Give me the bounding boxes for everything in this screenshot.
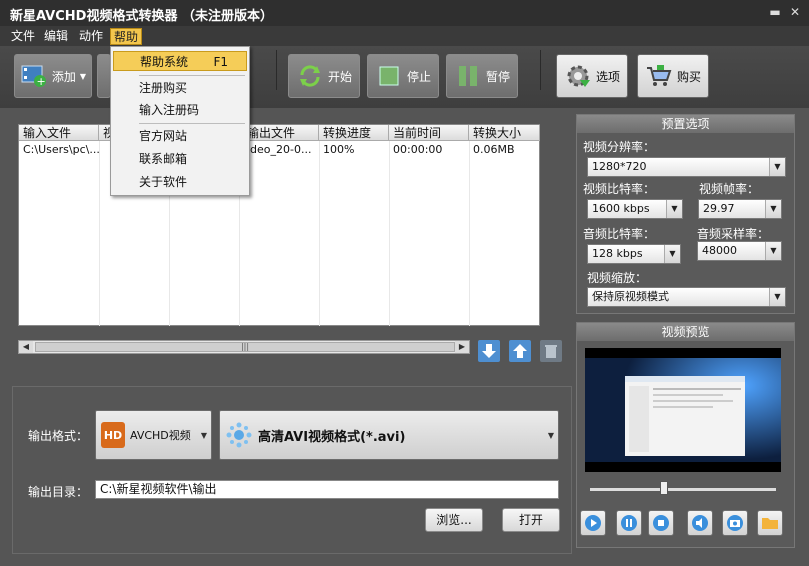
chevron-down-icon: ▼ (547, 431, 554, 440)
resolution-select[interactable]: 1280*720 ▼ (587, 157, 786, 177)
column-header-progress[interactable]: 转换进度 (319, 125, 389, 141)
chevron-down-icon: ▼ (79, 71, 87, 81)
stop-icon (653, 515, 669, 531)
avi-format-icon (224, 420, 254, 450)
preview-screen (585, 348, 781, 472)
output-dir-input[interactable]: C:\新星视频软件\输出 (95, 480, 559, 499)
chevron-down-icon: ▼ (664, 245, 680, 263)
column-header-current-time[interactable]: 当前时间 (389, 125, 469, 141)
menu-separator (139, 75, 245, 76)
toolbar-divider (276, 50, 277, 90)
title-bar: 新星AVCHD视频格式转换器 （未注册版本） ▬ ✕ (0, 0, 809, 26)
toolbar-divider (540, 50, 541, 90)
folder-icon (762, 518, 778, 529)
preset-options-title: 预置选项 (577, 115, 794, 133)
browse-button[interactable]: 浏览... (425, 508, 483, 532)
preview-frame-image (585, 348, 781, 472)
pause-preview-button[interactable] (616, 510, 642, 536)
window-title: 新星AVCHD视频格式转换器 （未注册版本） (10, 9, 273, 24)
format-category-select[interactable]: HD AVCHD视频 ▼ (95, 410, 212, 460)
chevron-down-icon: ▼ (769, 158, 785, 176)
output-dir-label: 输出目录： (28, 485, 89, 499)
volume-button[interactable] (687, 510, 713, 536)
column-header-output-file[interactable]: 输出文件 (243, 125, 319, 141)
scale-select[interactable]: 保持原视频模式 ▼ (587, 287, 786, 307)
menu-item-website[interactable]: 官方网站 (113, 126, 247, 146)
scroll-thumb[interactable]: ||| (35, 342, 455, 352)
play-button[interactable] (580, 510, 606, 536)
refresh-icon (296, 62, 324, 90)
pause-icon (454, 62, 482, 90)
column-header-input-file[interactable]: 输入文件 (19, 125, 99, 141)
menu-action[interactable]: 动作 (76, 28, 106, 45)
chevron-down-icon: ▼ (765, 242, 781, 260)
arrow-down-icon (482, 344, 496, 358)
pause-icon (621, 515, 637, 531)
horizontal-scrollbar[interactable]: ◀ ||| ▶ (18, 340, 470, 354)
framerate-select[interactable]: 29.97 ▼ (698, 199, 782, 219)
menu-file[interactable]: 文件 (8, 28, 38, 45)
move-up-button[interactable] (509, 340, 531, 362)
seek-slider[interactable] (590, 488, 776, 491)
output-format-label: 输出格式： (28, 429, 89, 443)
shortcut-label: F1 (213, 55, 228, 69)
file-list-table[interactable]: 输入文件 视 输出文件 转换进度 当前时间 转换大小 C:\Users\pc\.… (18, 124, 540, 326)
output-format-select[interactable]: 高清AVI视频格式(*.avi) ▼ (219, 410, 559, 460)
cart-icon (645, 62, 673, 90)
scroll-left-icon[interactable]: ◀ (19, 341, 33, 353)
menu-item-register-buy[interactable]: 注册购买 (113, 78, 247, 98)
pause-button[interactable]: 暂停 (446, 54, 518, 98)
menu-edit[interactable]: 编辑 (41, 28, 71, 45)
menu-item-email[interactable]: 联系邮箱 (113, 149, 247, 169)
samplerate-label: 音频采样率： (697, 227, 770, 241)
gear-icon (564, 62, 592, 90)
open-button[interactable]: 打开 (502, 508, 560, 532)
play-icon (585, 515, 601, 531)
buy-button[interactable]: 购买 (637, 54, 709, 98)
hd-icon: HD (101, 422, 125, 448)
add-button[interactable]: + 添加 ▼ (14, 54, 92, 98)
stop-preview-button[interactable] (648, 510, 674, 536)
seek-slider-handle[interactable] (660, 481, 668, 495)
menu-bar: 文件 编辑 动作 帮助 (0, 26, 809, 46)
trash-icon (545, 345, 557, 358)
scroll-right-icon[interactable]: ▶ (455, 341, 469, 353)
menu-item-enter-code[interactable]: 输入注册码 (113, 100, 247, 120)
stop-icon (375, 62, 403, 90)
video-bitrate-label: 视频比特率： (583, 182, 656, 196)
move-down-button[interactable] (478, 340, 500, 362)
audio-bitrate-select[interactable]: 128 kbps ▼ (587, 244, 681, 264)
help-dropdown-menu: 帮助系统 F1 注册购买 输入注册码 官方网站 联系邮箱 关于软件 (110, 46, 250, 196)
menu-help[interactable]: 帮助 (110, 28, 143, 45)
menu-separator (139, 123, 245, 124)
add-video-icon: + (20, 62, 48, 90)
samplerate-select[interactable]: 48000 ▼ (697, 241, 782, 261)
stop-button[interactable]: 停止 (367, 54, 439, 98)
chevron-down-icon: ▼ (769, 288, 785, 306)
start-button[interactable]: 开始 (288, 54, 360, 98)
menu-item-about[interactable]: 关于软件 (113, 172, 247, 192)
minimize-button[interactable]: ▬ (768, 4, 782, 20)
column-header-size[interactable]: 转换大小 (469, 125, 540, 141)
close-button[interactable]: ✕ (788, 4, 802, 20)
delete-button[interactable] (540, 340, 562, 362)
svg-text:+: + (36, 75, 45, 88)
snapshot-button[interactable] (722, 510, 748, 536)
scale-label: 视频缩放： (587, 271, 648, 285)
camera-icon (727, 515, 743, 531)
options-button[interactable]: 选项 (556, 54, 628, 98)
audio-bitrate-label: 音频比特率： (583, 227, 656, 241)
video-preview-title: 视频预览 (577, 323, 794, 341)
chevron-down-icon: ▼ (200, 431, 207, 440)
arrow-up-icon (513, 344, 527, 358)
remove-button-partial[interactable] (97, 54, 111, 98)
video-bitrate-select[interactable]: 1600 kbps ▼ (587, 199, 683, 219)
volume-icon (692, 515, 708, 531)
framerate-label: 视频帧率： (699, 182, 760, 196)
menu-item-help-system[interactable]: 帮助系统 F1 (113, 51, 247, 71)
chevron-down-icon: ▼ (666, 200, 682, 218)
open-folder-button[interactable] (757, 510, 783, 536)
resolution-label: 视频分辨率： (583, 140, 656, 154)
chevron-down-icon: ▼ (765, 200, 781, 218)
